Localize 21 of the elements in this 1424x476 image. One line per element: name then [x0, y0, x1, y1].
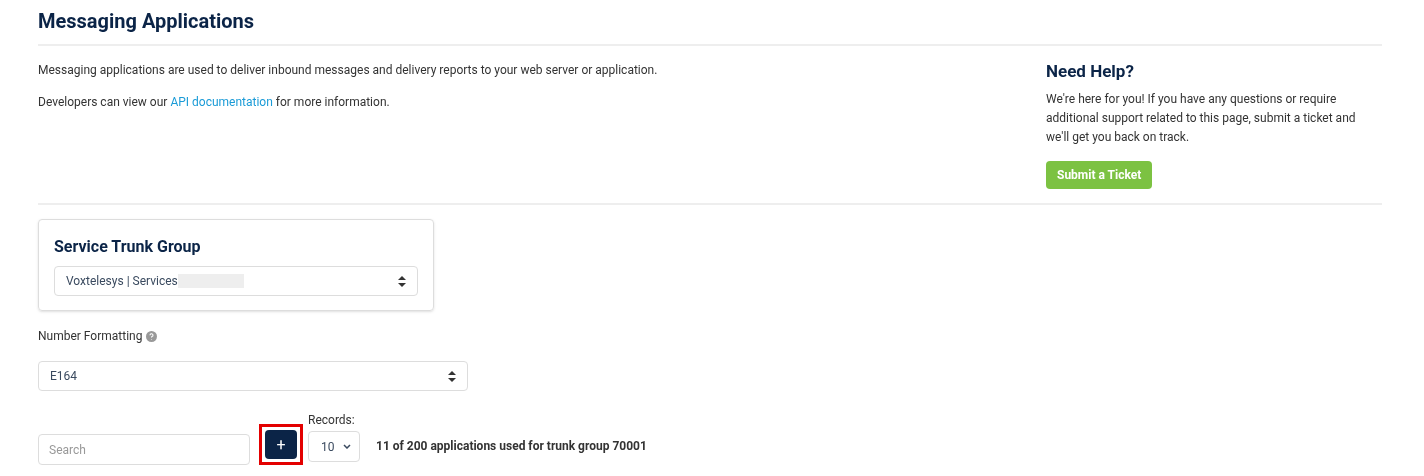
- help-icon[interactable]: [146, 330, 158, 342]
- select-value: Voxtelesys | Services: [66, 273, 178, 290]
- records-label: Records:: [308, 412, 356, 429]
- records-select[interactable]: 10: [308, 431, 360, 462]
- select-value: E164: [50, 368, 78, 385]
- number-formatting-select[interactable]: E164: [38, 361, 468, 391]
- add-button[interactable]: +: [265, 430, 297, 459]
- sort-arrows-icon: [448, 370, 456, 382]
- field-label: Number Formatting: [38, 328, 143, 345]
- select-value: 10: [321, 438, 335, 456]
- help-text: We're here for you! If you have any questions or require additional support related to this page, submit a ticket and we'll get you back on track.: [1046, 91, 1357, 146]
- intro-paragraph: Developers can view our API documentation for more information.: [38, 94, 391, 110]
- sort-arrows-icon: [398, 275, 406, 287]
- intro-paragraph: Messaging applications are used to deliver inbound messages and delivery reports to your web server or application.: [38, 62, 659, 78]
- usage-text: 11 of 200 applications used for trunk group 70001: [376, 438, 647, 455]
- trunk-group-select[interactable]: Voxtelesys | Services: [54, 266, 418, 296]
- search-field[interactable]: Search: [38, 434, 250, 465]
- chevron-down-icon: [342, 444, 351, 449]
- page-title: Messaging Applications: [38, 8, 256, 35]
- help-title: Need Help?: [1046, 60, 1135, 82]
- card-title: Service Trunk Group: [54, 236, 202, 258]
